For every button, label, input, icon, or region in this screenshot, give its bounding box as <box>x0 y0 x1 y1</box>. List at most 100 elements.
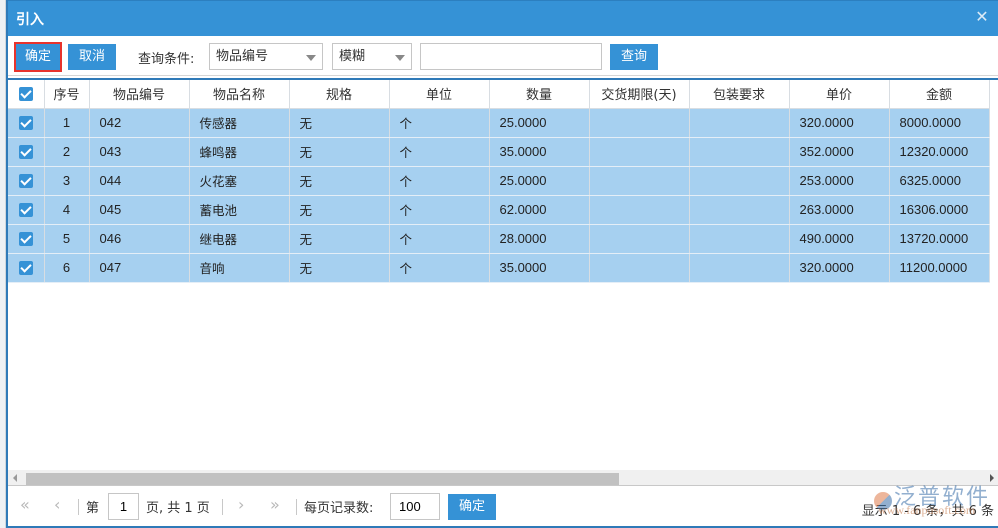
cell-seq[interactable]: 6 <box>44 253 90 283</box>
cell-spec[interactable]: 无 <box>289 166 390 196</box>
row-checkbox[interactable] <box>18 232 33 247</box>
cell-unit[interactable]: 个 <box>389 224 490 254</box>
cell-item-code[interactable]: 047 <box>89 253 190 283</box>
cell-packing[interactable] <box>689 253 790 283</box>
header-spec[interactable]: 规格 <box>289 80 390 109</box>
header-packing[interactable]: 包装要求 <box>689 80 790 109</box>
row-checkbox[interactable] <box>18 174 33 189</box>
cell-unit-price[interactable]: 263.0000 <box>789 195 890 225</box>
cell-seq[interactable]: 1 <box>44 108 90 138</box>
cell-item-code[interactable]: 045 <box>89 195 190 225</box>
cancel-button[interactable]: 取消 <box>68 44 116 70</box>
cell-unit[interactable]: 个 <box>389 253 490 283</box>
cell-item-name[interactable]: 音响 <box>189 253 290 283</box>
cell-delivery-days[interactable] <box>589 108 690 138</box>
table-row[interactable]: 1 042 传感器无个 25.0000 320.0000 8000.0000 <box>8 108 990 138</box>
cell-packing[interactable] <box>689 137 790 167</box>
cell-item-name[interactable]: 继电器 <box>189 224 290 254</box>
cell-item-name[interactable]: 火花塞 <box>189 166 290 196</box>
query-button[interactable]: 查询 <box>610 44 658 70</box>
cell-quantity[interactable]: 62.0000 <box>489 195 590 225</box>
cell-quantity[interactable]: 25.0000 <box>489 108 590 138</box>
cell-item-name[interactable]: 蜂鸣器 <box>189 137 290 167</box>
query-field-select[interactable]: 物品编号 <box>209 43 323 70</box>
cell-item-code[interactable]: 042 <box>89 108 190 138</box>
scroll-left-icon[interactable] <box>13 474 17 482</box>
header-item-name[interactable]: 物品名称 <box>189 80 290 109</box>
cell-amount[interactable]: 6325.0000 <box>889 166 990 196</box>
cell-item-code[interactable]: 043 <box>89 137 190 167</box>
cell-unit-price[interactable]: 253.0000 <box>789 166 890 196</box>
cell-packing[interactable] <box>689 108 790 138</box>
cell-spec[interactable]: 无 <box>289 195 390 225</box>
cell-select[interactable] <box>8 253 45 283</box>
cell-amount[interactable]: 11200.0000 <box>889 253 990 283</box>
cell-spec[interactable]: 无 <box>289 253 390 283</box>
confirm-button[interactable]: 确定 <box>14 42 62 72</box>
close-icon[interactable]: ✕ <box>972 7 992 27</box>
header-delivery-days[interactable]: 交货期限(天) <box>589 80 690 109</box>
cell-quantity[interactable]: 35.0000 <box>489 137 590 167</box>
search-input[interactable] <box>420 43 602 70</box>
page-number-input[interactable] <box>108 493 139 520</box>
last-page-icon[interactable]: » <box>270 495 280 514</box>
cell-item-name[interactable]: 传感器 <box>189 108 290 138</box>
cell-item-code[interactable]: 044 <box>89 166 190 196</box>
cell-delivery-days[interactable] <box>589 224 690 254</box>
header-unit[interactable]: 单位 <box>389 80 490 109</box>
cell-unit[interactable]: 个 <box>389 137 490 167</box>
table-row[interactable]: 5 046 继电器无个 28.0000 490.0000 13720.0000 <box>8 224 990 254</box>
cell-amount[interactable]: 16306.0000 <box>889 195 990 225</box>
cell-unit-price[interactable]: 352.0000 <box>789 137 890 167</box>
cell-select[interactable] <box>8 224 45 254</box>
header-select-all[interactable] <box>8 80 45 109</box>
cell-item-name[interactable]: 蓄电池 <box>189 195 290 225</box>
first-page-icon[interactable]: « <box>20 495 30 514</box>
table-row[interactable]: 2 043 蜂鸣器无个 35.0000 352.0000 12320.0000 <box>8 137 990 167</box>
header-seq[interactable]: 序号 <box>44 80 90 109</box>
cell-delivery-days[interactable] <box>589 195 690 225</box>
row-checkbox[interactable] <box>18 261 33 276</box>
cell-seq[interactable]: 2 <box>44 137 90 167</box>
cell-delivery-days[interactable] <box>589 253 690 283</box>
table-row[interactable]: 6 047 音响无个 35.0000 320.0000 11200.0000 <box>8 253 990 283</box>
cell-select[interactable] <box>8 166 45 196</box>
cell-select[interactable] <box>8 108 45 138</box>
prev-page-icon[interactable]: ‹ <box>54 495 60 514</box>
cell-spec[interactable]: 无 <box>289 137 390 167</box>
cell-quantity[interactable]: 28.0000 <box>489 224 590 254</box>
horizontal-scrollbar[interactable] <box>8 470 998 486</box>
next-page-icon[interactable]: › <box>238 495 244 514</box>
table-row[interactable]: 4 045 蓄电池无个 62.0000 263.0000 16306.0000 <box>8 195 990 225</box>
cell-unit-price[interactable]: 320.0000 <box>789 108 890 138</box>
cell-select[interactable] <box>8 137 45 167</box>
scrollbar-thumb[interactable] <box>26 473 619 485</box>
cell-unit[interactable]: 个 <box>389 195 490 225</box>
select-all-checkbox[interactable] <box>18 86 33 101</box>
cell-delivery-days[interactable] <box>589 166 690 196</box>
table-row[interactable]: 3 044 火花塞无个 25.0000 253.0000 6325.0000 <box>8 166 990 196</box>
cell-packing[interactable] <box>689 166 790 196</box>
cell-select[interactable] <box>8 195 45 225</box>
scroll-right-icon[interactable] <box>990 474 994 482</box>
per-page-confirm-button[interactable]: 确定 <box>448 494 496 520</box>
cell-quantity[interactable]: 35.0000 <box>489 253 590 283</box>
cell-seq[interactable]: 5 <box>44 224 90 254</box>
header-quantity[interactable]: 数量 <box>489 80 590 109</box>
row-checkbox[interactable] <box>18 116 33 131</box>
cell-seq[interactable]: 4 <box>44 195 90 225</box>
cell-unit[interactable]: 个 <box>389 166 490 196</box>
header-unit-price[interactable]: 单价 <box>789 80 890 109</box>
row-checkbox[interactable] <box>18 203 33 218</box>
cell-unit-price[interactable]: 490.0000 <box>789 224 890 254</box>
cell-seq[interactable]: 3 <box>44 166 90 196</box>
cell-amount[interactable]: 8000.0000 <box>889 108 990 138</box>
cell-amount[interactable]: 12320.0000 <box>889 137 990 167</box>
cell-quantity[interactable]: 25.0000 <box>489 166 590 196</box>
match-mode-select[interactable]: 模糊 <box>332 43 412 70</box>
cell-item-code[interactable]: 046 <box>89 224 190 254</box>
cell-unit[interactable]: 个 <box>389 108 490 138</box>
cell-spec[interactable]: 无 <box>289 108 390 138</box>
header-item-code[interactable]: 物品编号 <box>89 80 190 109</box>
cell-amount[interactable]: 13720.0000 <box>889 224 990 254</box>
